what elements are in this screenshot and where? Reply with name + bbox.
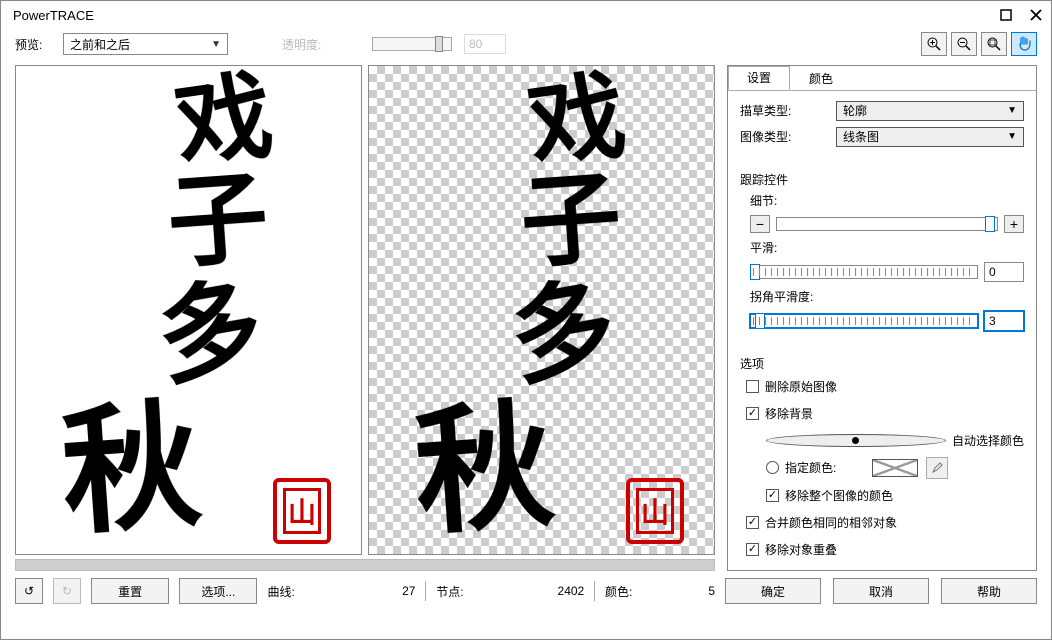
- detail-increase-button[interactable]: +: [1004, 215, 1024, 233]
- transparency-value: 80: [464, 34, 506, 54]
- detail-label: 细节:: [750, 192, 1024, 209]
- remove-whole-label: 移除整个图像的颜色: [785, 487, 893, 504]
- glyph: 子: [518, 169, 625, 276]
- nodes-value: 2402: [558, 584, 585, 598]
- preview-dropdown[interactable]: 之前和之后 ▼: [63, 33, 228, 55]
- nodes-label: 节点:: [436, 583, 472, 600]
- help-button[interactable]: 帮助: [941, 578, 1037, 604]
- remove-whole-checkbox[interactable]: [766, 489, 779, 502]
- window-title: PowerTRACE: [13, 8, 991, 23]
- corner-label: 拐角平滑度:: [750, 288, 1024, 305]
- ok-button[interactable]: 确定: [725, 578, 821, 604]
- undo-button[interactable]: ↺: [15, 578, 43, 604]
- glyph: 戏: [170, 68, 278, 176]
- zoom-in-button[interactable]: [921, 32, 947, 56]
- window-maximize-button[interactable]: [991, 3, 1021, 27]
- colors-label: 颜色:: [605, 583, 641, 600]
- tab-settings[interactable]: 设置: [728, 66, 790, 90]
- before-canvas[interactable]: 戏 子 多 秋 山: [15, 65, 362, 555]
- merge-adjacent-label: 合并颜色相同的相邻对象: [765, 514, 897, 531]
- smooth-label: 平滑:: [750, 239, 1024, 256]
- remove-bg-label: 移除背景: [765, 405, 813, 422]
- reset-button[interactable]: 重置: [91, 578, 169, 604]
- detail-decrease-button[interactable]: −: [750, 215, 770, 233]
- group-by-color-label: 根据颜色分组对象: [785, 568, 881, 570]
- transparency-slider: [372, 37, 452, 51]
- auto-color-label: 自动选择颜色: [952, 432, 1024, 449]
- tracking-controls-title: 跟踪控件: [740, 171, 1024, 188]
- redo-button[interactable]: ↻: [53, 578, 81, 604]
- seal-stamp: 山: [273, 478, 331, 544]
- glyph: 多: [150, 274, 270, 394]
- preview-label: 预览:: [15, 36, 51, 53]
- colors-value: 5: [708, 584, 715, 598]
- transparency-label: 透明度:: [282, 36, 328, 53]
- pan-button[interactable]: [1011, 32, 1037, 56]
- corner-value[interactable]: 3: [984, 311, 1024, 331]
- zoom-out-button[interactable]: [951, 32, 977, 56]
- curves-label: 曲线:: [267, 583, 303, 600]
- smooth-value[interactable]: 0: [984, 262, 1024, 282]
- options-button[interactable]: 选项...: [179, 578, 257, 604]
- corner-slider[interactable]: [750, 314, 978, 328]
- spec-color-radio[interactable]: [766, 461, 779, 474]
- glyph: 子: [165, 169, 272, 276]
- curves-value: 27: [402, 584, 415, 598]
- after-canvas[interactable]: 戏 子 多 秋 山: [368, 65, 715, 555]
- image-type-label: 图像类型:: [740, 128, 828, 145]
- horizontal-scrollbar[interactable]: [15, 559, 715, 571]
- chevron-down-icon: ▼: [211, 39, 221, 50]
- seal-stamp: 山: [626, 478, 684, 544]
- remove-overlap-label: 移除对象重叠: [765, 541, 837, 558]
- detail-slider[interactable]: [776, 217, 998, 231]
- eyedropper-button[interactable]: [926, 457, 948, 479]
- glyph: 多: [503, 274, 623, 394]
- delete-original-label: 删除原始图像: [765, 378, 837, 395]
- auto-color-radio[interactable]: [766, 434, 946, 447]
- remove-bg-checkbox[interactable]: [746, 407, 759, 420]
- trace-type-label: 描草类型:: [740, 102, 828, 119]
- smooth-slider[interactable]: [750, 265, 978, 279]
- glyph: 秋: [410, 397, 557, 544]
- image-type-select[interactable]: 线条图▼: [836, 127, 1024, 147]
- chevron-down-icon: ▼: [1007, 131, 1017, 142]
- tab-colors[interactable]: 颜色: [790, 66, 852, 90]
- delete-original-checkbox[interactable]: [746, 380, 759, 393]
- zoom-fit-button[interactable]: [981, 32, 1007, 56]
- trace-type-select[interactable]: 轮廓▼: [836, 101, 1024, 121]
- glyph: 秋: [57, 397, 204, 544]
- chevron-down-icon: ▼: [1007, 105, 1017, 116]
- merge-adjacent-checkbox[interactable]: [746, 516, 759, 529]
- spec-color-label: 指定颜色:: [785, 459, 836, 476]
- options-title: 选项: [740, 355, 1024, 372]
- window-close-button[interactable]: [1021, 3, 1051, 27]
- glyph: 戏: [523, 68, 631, 176]
- preview-dropdown-value: 之前和之后: [70, 36, 130, 53]
- cancel-button[interactable]: 取消: [833, 578, 929, 604]
- remove-overlap-checkbox[interactable]: [746, 543, 759, 556]
- color-swatch: [872, 459, 918, 477]
